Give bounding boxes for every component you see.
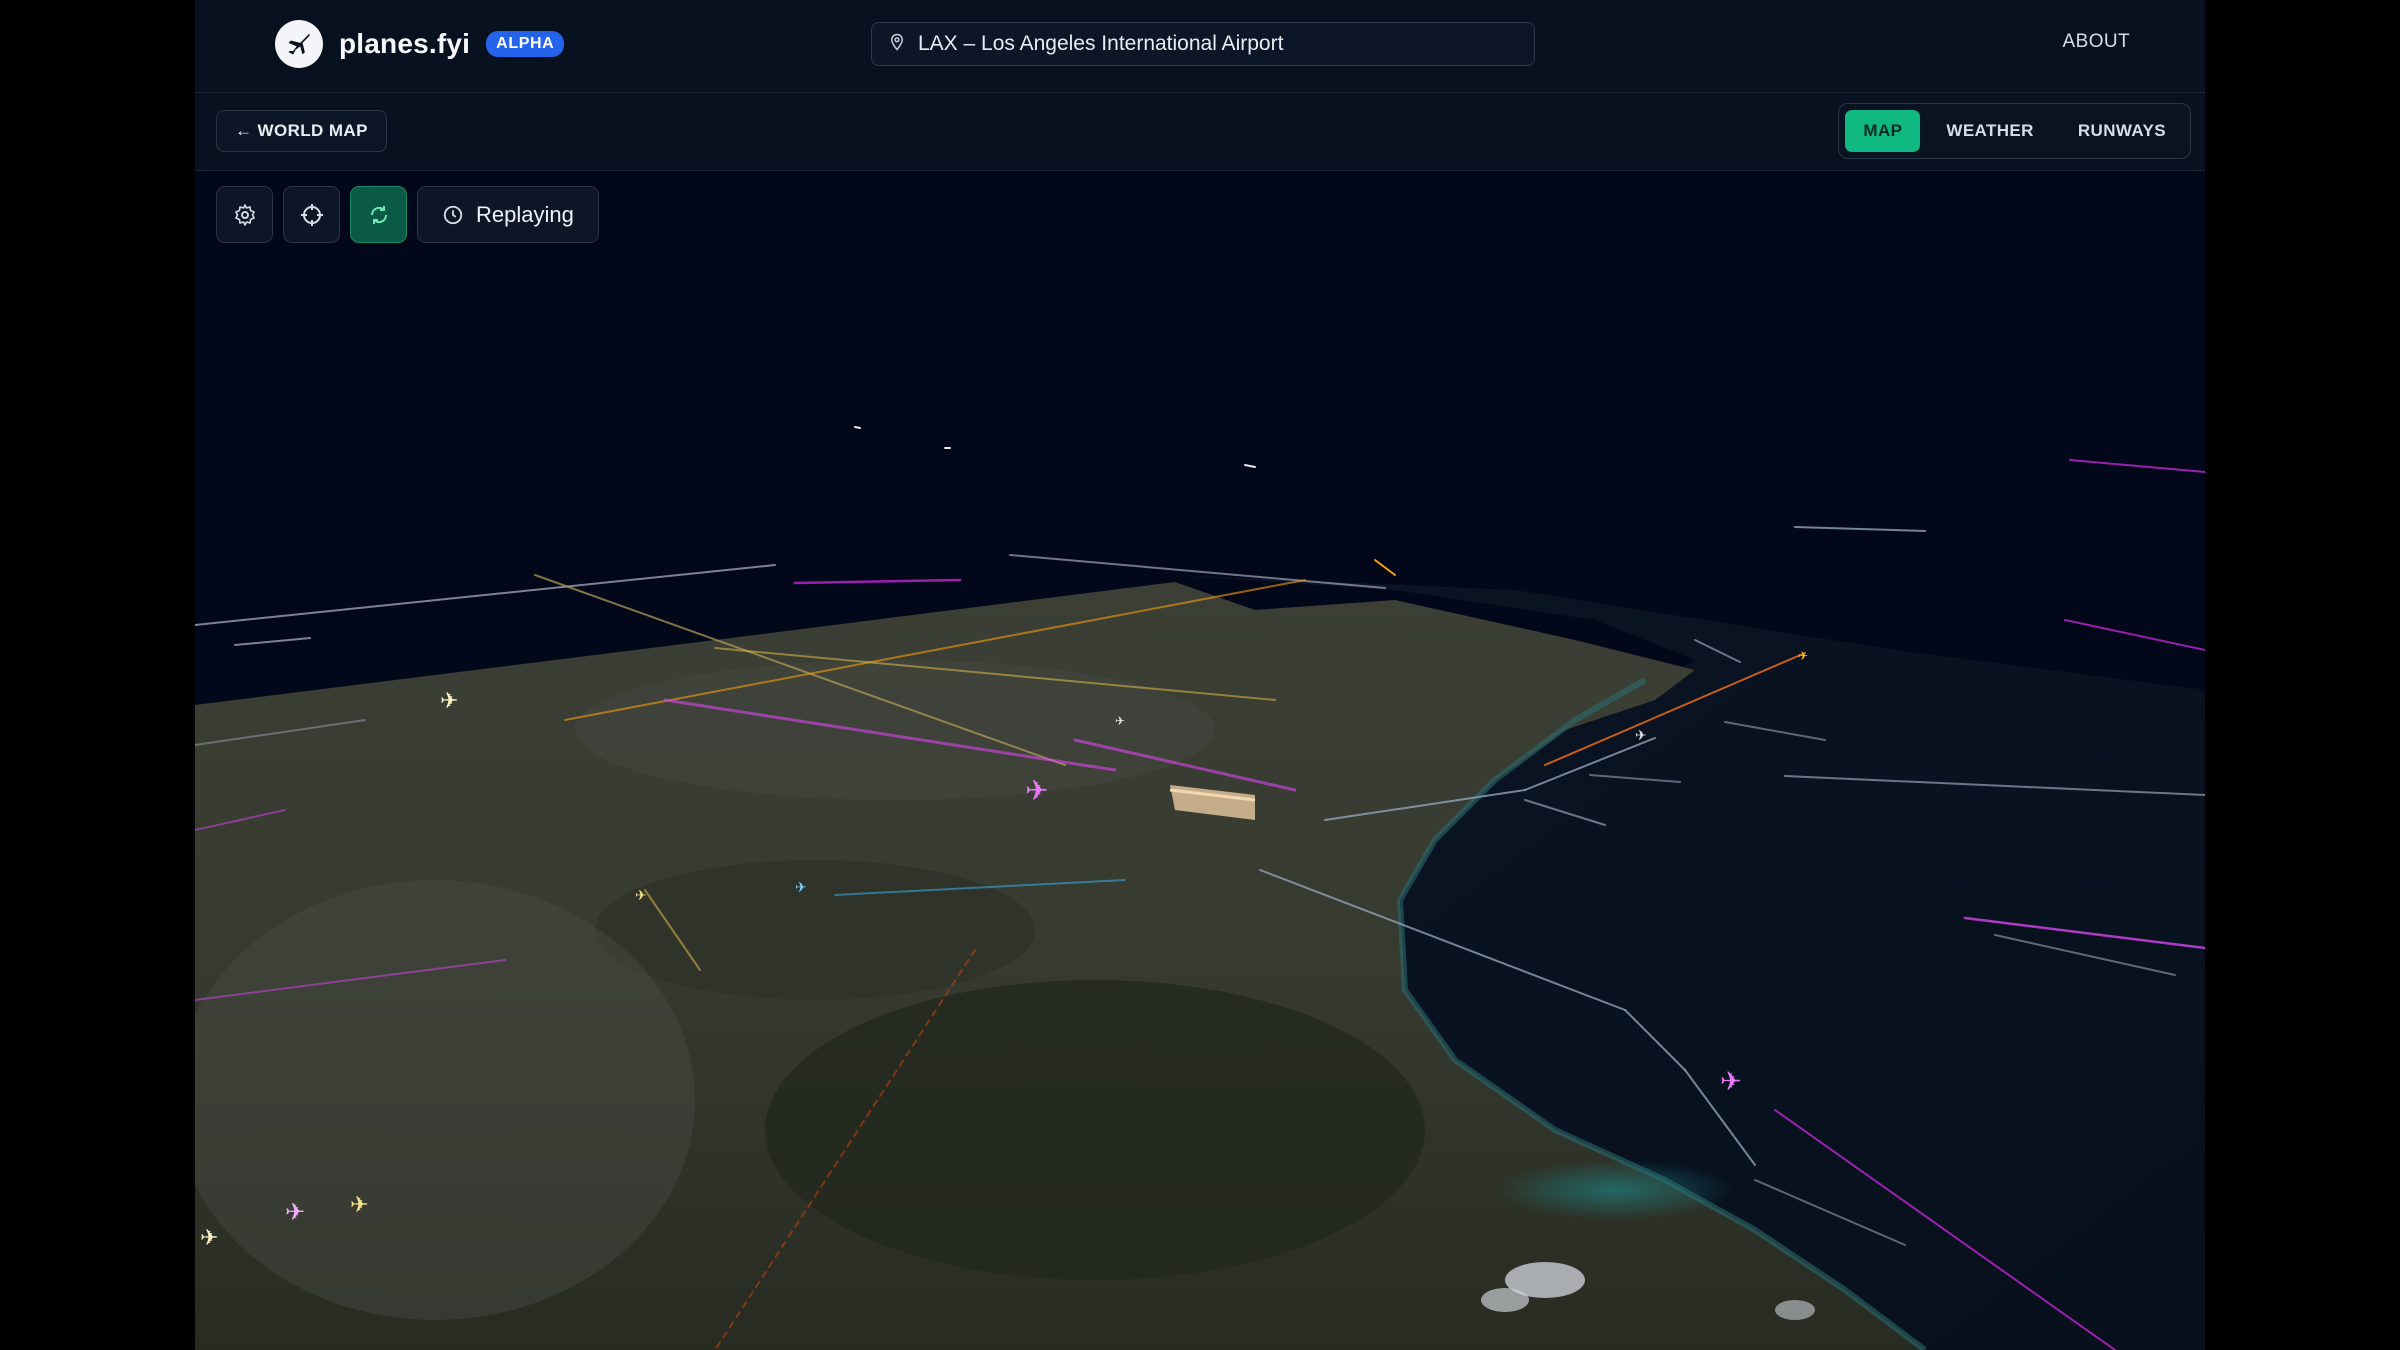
tab-weather[interactable]: WEATHER — [1928, 110, 2051, 152]
plane-icon[interactable]: ✈ — [795, 879, 807, 895]
city-grid — [195, 880, 695, 1320]
search-value: LAX – Los Angeles International Airport — [918, 32, 1284, 55]
gear-icon — [234, 203, 255, 226]
clock-icon — [443, 205, 463, 224]
auto-refresh-toggle[interactable] — [350, 186, 407, 243]
sub-navigation-bar: ← WORLD MAP MAP WEATHER RUNWAYS — [195, 93, 2205, 171]
plane-icon[interactable]: ✈ — [200, 1225, 218, 1250]
plane-icon[interactable]: ✈ — [1798, 649, 1808, 663]
plane-icon[interactable]: ✈ — [1720, 1066, 1742, 1096]
refresh-icon — [370, 205, 387, 224]
plane-icon[interactable]: ✈ — [1025, 775, 1048, 806]
location-pin-icon — [888, 32, 906, 57]
crosshair-icon — [300, 203, 323, 226]
alpha-badge: ALPHA — [486, 31, 565, 57]
view-tabs: MAP WEATHER RUNWAYS — [1838, 103, 2191, 159]
world-map-button[interactable]: ← WORLD MAP — [216, 110, 387, 152]
map-toolbar: Replaying — [216, 186, 599, 243]
airport-search-input[interactable]: LAX – Los Angeles International Airport — [871, 22, 1535, 66]
settings-button[interactable] — [216, 186, 273, 243]
hills — [595, 860, 1035, 1000]
plane-icon[interactable]: ✈ — [350, 1192, 368, 1217]
brand-name: planes.fyi — [339, 28, 471, 59]
app-window: ✈ ✈ ✈ ✈ ✈ ✈ ✈ ✈ ✈ ✈ ✈ planes.fyi ALPHA L… — [195, 0, 2205, 1350]
plane-logo-icon — [275, 20, 323, 68]
about-link[interactable]: ABOUT — [2063, 31, 2130, 53]
replay-label: Replaying — [476, 201, 574, 227]
tab-map[interactable]: MAP — [1845, 110, 1921, 152]
replay-button[interactable]: Replaying — [417, 186, 599, 243]
brand[interactable]: planes.fyi ALPHA — [275, 20, 565, 68]
mountains — [765, 980, 1425, 1280]
city-grid — [575, 660, 1215, 800]
locate-button[interactable] — [283, 186, 340, 243]
cloud — [1775, 1300, 1815, 1320]
top-navigation-bar: planes.fyi ALPHA LAX – Los Angeles Inter… — [195, 0, 2205, 93]
shallow-water — [1495, 1160, 1735, 1220]
plane-icon[interactable]: ✈ — [1115, 714, 1125, 728]
tab-runways[interactable]: RUNWAYS — [2060, 110, 2184, 152]
plane-icon[interactable]: ✈ — [440, 688, 458, 713]
plane-icon[interactable]: ✈ — [285, 1199, 305, 1226]
cloud — [1481, 1288, 1529, 1312]
plane-icon[interactable]: ✈ — [635, 887, 647, 903]
plane-icon[interactable]: ✈ — [1635, 727, 1647, 743]
